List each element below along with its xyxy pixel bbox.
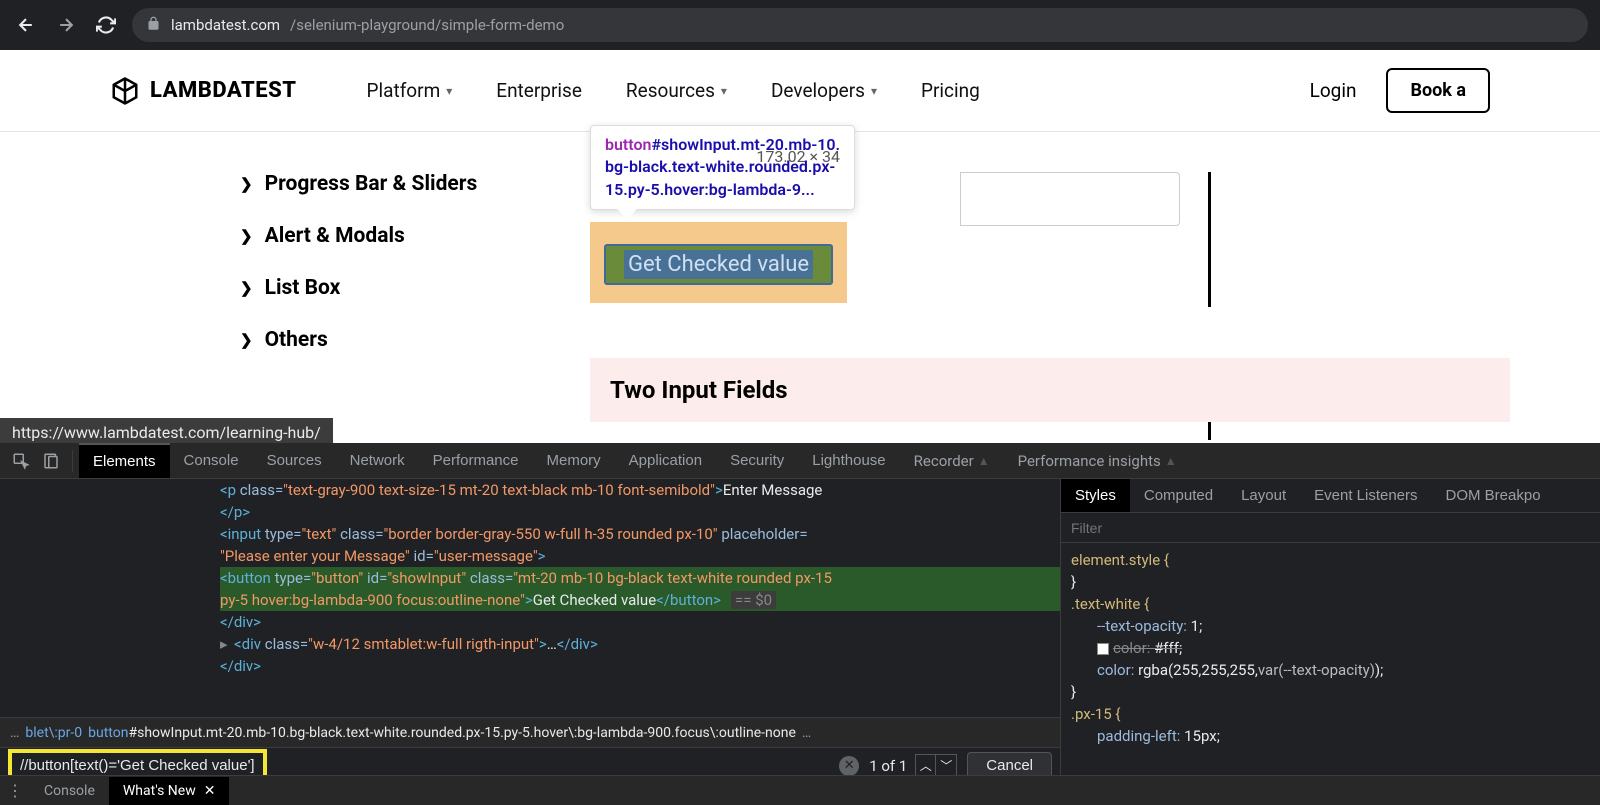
divider xyxy=(1208,172,1211,307)
styles-tab-events[interactable]: Event Listeners xyxy=(1300,479,1431,512)
sidebar-item-alerts[interactable]: ❯Alert & Modals xyxy=(240,210,580,262)
search-match-count: 1 of 1 ︿ ﹀ xyxy=(869,754,957,778)
sidebar-item-progress[interactable]: ❯Progress Bar & Sliders xyxy=(240,158,580,210)
element-inspect-tooltip: button#showInput.mt-20.mb-10. bg-black.t… xyxy=(590,125,855,210)
tab-lighthouse[interactable]: Lighthouse xyxy=(798,444,899,477)
divider xyxy=(1208,422,1211,440)
main-content: button#showInput.mt-20.mb-10. bg-black.t… xyxy=(580,132,1600,432)
reload-button[interactable] xyxy=(92,11,120,39)
chevron-down-icon: ▾ xyxy=(871,84,877,98)
tab-application[interactable]: Application xyxy=(615,444,716,477)
logo[interactable]: LAMBDATEST xyxy=(110,76,297,106)
chevron-right-icon: ❯ xyxy=(240,331,253,349)
chevron-right-icon: ❯ xyxy=(240,279,253,297)
nav-pricing[interactable]: Pricing xyxy=(921,79,980,102)
back-button[interactable] xyxy=(12,11,40,39)
css-rules[interactable]: element.style {}.text-white {--text-opac… xyxy=(1061,543,1600,783)
logo-text: LAMBDATEST xyxy=(150,78,297,103)
nav-developers[interactable]: Developers▾ xyxy=(771,79,877,102)
inspect-highlight-box: Get Checked value xyxy=(590,222,847,303)
styles-tab-computed[interactable]: Computed xyxy=(1130,479,1227,512)
drawer-tab-whatsnew[interactable]: What's New✕ xyxy=(109,777,230,805)
styles-tab-layout[interactable]: Layout xyxy=(1227,479,1300,512)
styles-filter-input[interactable] xyxy=(1071,520,1590,536)
elements-panel: <p class="text-gray-900 text-size-15 mt-… xyxy=(0,479,1060,783)
tooltip-dimensions: 173.02 × 34 xyxy=(756,146,840,168)
styles-tab-dombp[interactable]: DOM Breakpo xyxy=(1432,479,1555,512)
tab-performance[interactable]: Performance xyxy=(419,444,533,477)
forward-button[interactable] xyxy=(52,11,80,39)
lock-icon xyxy=(146,16,161,35)
two-input-fields-heading: Two Input Fields xyxy=(590,358,1510,422)
nav-platform[interactable]: Platform▾ xyxy=(367,79,453,102)
tab-recorder[interactable]: Recorder ▲ xyxy=(900,444,1004,478)
tab-network[interactable]: Network xyxy=(336,444,419,477)
tab-console[interactable]: Console xyxy=(170,444,253,477)
sidebar: ❯Progress Bar & Sliders ❯Alert & Modals … xyxy=(0,132,580,432)
drawer-tab-console[interactable]: Console xyxy=(30,777,109,805)
inspect-element-icon[interactable] xyxy=(6,446,36,476)
styles-tabbar: Styles Computed Layout Event Listeners D… xyxy=(1061,479,1600,513)
chevron-right-icon: ❯ xyxy=(240,227,253,245)
text-input-partial[interactable] xyxy=(960,172,1180,226)
devtools-drawer: ⋮ Console What's New✕ xyxy=(0,775,1600,805)
browser-toolbar: lambdatest.com/selenium-playground/simpl… xyxy=(0,0,1600,50)
clear-search-icon[interactable]: ✕ xyxy=(839,756,859,776)
nav-resources[interactable]: Resources▾ xyxy=(626,79,727,102)
nav-enterprise[interactable]: Enterprise xyxy=(496,79,582,102)
book-demo-button[interactable]: Book a xyxy=(1386,68,1490,113)
sidebar-item-listbox[interactable]: ❯List Box xyxy=(240,262,580,314)
chevron-down-icon: ▾ xyxy=(721,84,727,98)
address-bar[interactable]: lambdatest.com/selenium-playground/simpl… xyxy=(132,8,1588,42)
styles-panel: Styles Computed Layout Event Listeners D… xyxy=(1060,479,1600,783)
search-next-button[interactable]: ﹀ xyxy=(936,755,956,777)
tab-perf-insights[interactable]: Performance insights ▲ xyxy=(1004,444,1191,478)
url-path: /selenium-playground/simple-form-demo xyxy=(290,16,564,34)
styles-filter-row xyxy=(1061,513,1600,543)
experimental-icon: ▲ xyxy=(978,454,990,468)
drawer-menu-icon[interactable]: ⋮ xyxy=(0,781,30,800)
tab-elements[interactable]: Elements xyxy=(79,443,170,478)
styles-tab-styles[interactable]: Styles xyxy=(1061,479,1130,512)
sidebar-item-others[interactable]: ❯Others xyxy=(240,314,580,366)
tab-security[interactable]: Security xyxy=(716,444,798,477)
chevron-right-icon: ❯ xyxy=(240,175,253,193)
dom-tree[interactable]: <p class="text-gray-900 text-size-15 mt-… xyxy=(0,479,1060,717)
tab-memory[interactable]: Memory xyxy=(533,444,615,477)
tab-sources[interactable]: Sources xyxy=(253,444,336,477)
close-icon[interactable]: ✕ xyxy=(204,783,216,799)
dom-breadcrumb[interactable]: … blet\:pr-0 button#showInput.mt-20.mb-1… xyxy=(0,717,1060,747)
main-nav: Platform▾ Enterprise Resources▾ Develope… xyxy=(367,79,980,102)
get-checked-value-button[interactable]: Get Checked value xyxy=(604,244,833,285)
page-body: ❯Progress Bar & Sliders ❯Alert & Modals … xyxy=(0,132,1600,432)
experimental-icon: ▲ xyxy=(1165,454,1177,468)
devtools-tabbar: Elements Console Sources Network Perform… xyxy=(0,443,1600,479)
devtools-panel: Elements Console Sources Network Perform… xyxy=(0,443,1600,783)
url-host: lambdatest.com xyxy=(171,16,280,34)
login-link[interactable]: Login xyxy=(1310,79,1357,102)
device-toolbar-icon[interactable] xyxy=(36,446,66,476)
chevron-down-icon: ▾ xyxy=(446,84,452,98)
site-header: LAMBDATEST Platform▾ Enterprise Resource… xyxy=(0,50,1600,132)
search-prev-button[interactable]: ︿ xyxy=(916,755,936,777)
